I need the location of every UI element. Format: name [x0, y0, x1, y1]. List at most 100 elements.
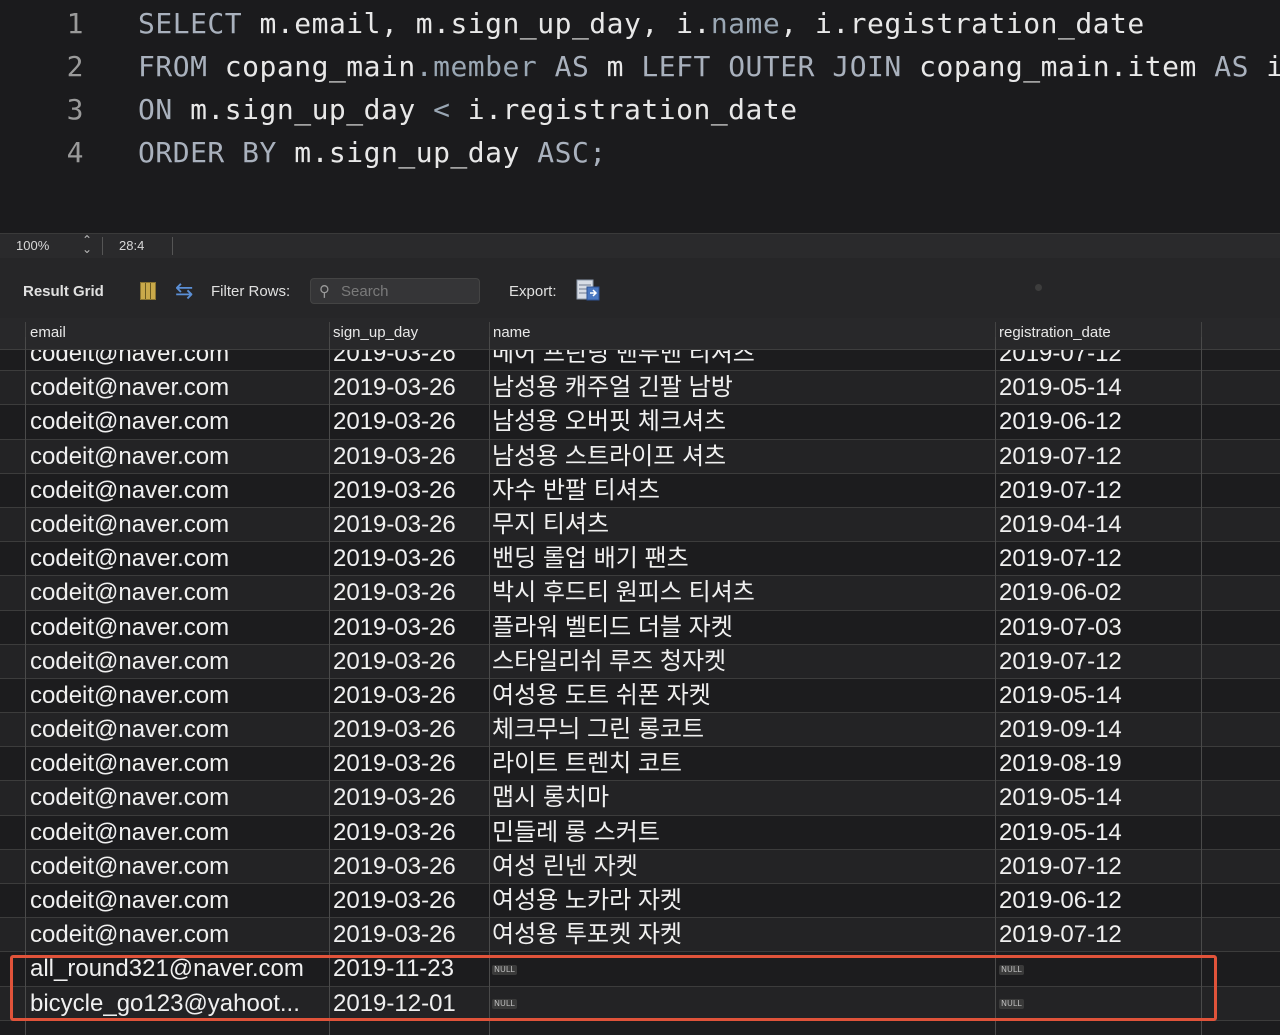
cell-sign-up-day[interactable]: 2019-03-26 — [333, 440, 488, 473]
cell-email[interactable]: codeit@naver.com — [30, 781, 326, 814]
cell-registration-date[interactable]: 2019-09-14 — [999, 713, 1199, 746]
cell-sign-up-day[interactable]: 2019-03-26 — [333, 405, 488, 438]
cell-sign-up-day[interactable]: 2019-03-26 — [333, 850, 488, 883]
cell-name[interactable]: 라이트 트렌치 코트 — [492, 747, 992, 780]
cell-registration-date[interactable]: NULL — [999, 987, 1199, 1020]
cell-email[interactable]: codeit@naver.com — [30, 850, 326, 883]
cell-email[interactable]: codeit@naver.com — [30, 542, 326, 575]
column-header-sign-up-day[interactable]: sign_up_day — [333, 324, 418, 341]
cell-registration-date[interactable]: 2019-05-14 — [999, 816, 1199, 849]
column-header-name[interactable]: name — [493, 324, 531, 341]
cell-sign-up-day[interactable]: 2019-03-26 — [333, 781, 488, 814]
cell-name[interactable]: 남성용 오버핏 체크셔츠 — [492, 405, 992, 438]
cell-sign-up-day[interactable]: 2019-03-26 — [333, 576, 488, 609]
cell-registration-date[interactable]: 2019-08-19 — [999, 747, 1199, 780]
table-row[interactable]: codeit@naver.com 2019-03-26 남성용 캐주얼 긴팔 남방 2… — [0, 371, 1280, 406]
cell-email[interactable]: codeit@naver.com — [30, 747, 326, 780]
cell-name[interactable]: NULL — [492, 987, 992, 1020]
cell-name[interactable]: 여성 린넨 자켓 — [492, 850, 992, 883]
cell-email[interactable]: codeit@naver.com — [30, 611, 326, 644]
cell-name[interactable]: 체크무늬 그린 롱코트 — [492, 713, 992, 746]
table-row[interactable]: codeit@naver.com 2019-03-26 여성용 노카라 자켓 2019… — [0, 884, 1280, 919]
table-row[interactable]: codeit@naver.com 2019-03-26 라이트 트렌치 코트 2019… — [0, 747, 1280, 782]
cell-sign-up-day[interactable]: 2019-03-26 — [333, 679, 488, 712]
sql-editor[interactable]: 1 SELECT m.email, m.sign_up_day, i.name, … — [0, 0, 1280, 233]
table-row[interactable]: codeit@naver.com 2019-03-26 스타일리쉬 루즈 청자켓 20… — [0, 644, 1280, 679]
result-grid[interactable]: codeit@naver.com 2019-03-26 메어 프린팅 맨투맨 티셔츠… — [0, 318, 1280, 1035]
cell-registration-date[interactable]: 2019-05-14 — [999, 679, 1199, 712]
cell-registration-date[interactable]: 2019-07-03 — [999, 611, 1199, 644]
cell-name[interactable]: 플라워 벨티드 더블 자켓 — [492, 611, 992, 644]
cell-name[interactable]: 스타일리쉬 루즈 청자켓 — [492, 645, 992, 678]
cell-email[interactable]: codeit@naver.com — [30, 576, 326, 609]
cell-name[interactable]: 여성용 노카라 자켓 — [492, 884, 992, 917]
cell-registration-date[interactable]: 2019-07-12 — [999, 440, 1199, 473]
zoom-level[interactable]: 100% — [16, 238, 49, 253]
cell-registration-date[interactable]: 2019-07-12 — [999, 850, 1199, 883]
cell-sign-up-day[interactable]: 2019-03-26 — [333, 542, 488, 575]
table-row[interactable]: codeit@naver.com 2019-03-26 남성용 오버핏 체크셔츠 20… — [0, 405, 1280, 440]
cell-name[interactable]: 남성용 스트라이프 셔츠 — [492, 440, 992, 473]
cell-name[interactable]: 남성용 캐주얼 긴팔 남방 — [492, 371, 992, 404]
table-row[interactable]: bicycle_go123@yahoot... 2019-12-01 NULL NUL… — [0, 986, 1280, 1021]
table-row[interactable]: codeit@naver.com 2019-03-26 여성 린넨 자켓 2019-0… — [0, 849, 1280, 884]
cell-sign-up-day[interactable]: 2019-03-26 — [333, 884, 488, 917]
cell-sign-up-day[interactable]: 2019-12-01 — [333, 987, 488, 1020]
cell-name[interactable]: 여성용 도트 쉬폰 자켓 — [492, 679, 992, 712]
cell-name[interactable]: NULL — [492, 952, 992, 985]
zoom-stepper-icon[interactable]: ⌃ ⌄ — [80, 234, 94, 255]
cell-email[interactable]: bicycle_go123@yahoot... — [30, 987, 326, 1020]
cell-sign-up-day[interactable]: 2019-03-26 — [333, 474, 488, 507]
code-text[interactable]: SELECT m.email, m.sign_up_day, i.name, i… — [138, 2, 1145, 45]
cell-name[interactable]: 여성용 투포켓 자켓 — [492, 918, 992, 951]
table-row[interactable]: codeit@naver.com 2019-03-26 자수 반팔 티셔츠 2019-… — [0, 474, 1280, 508]
cell-registration-date[interactable]: 2019-07-12 — [999, 542, 1199, 575]
cell-email[interactable]: codeit@naver.com — [30, 918, 326, 951]
cell-name[interactable]: 민들레 롱 스커트 — [492, 816, 992, 849]
cell-registration-date[interactable]: 2019-06-12 — [999, 884, 1199, 917]
filter-search-box[interactable]: ⚲ — [310, 278, 480, 304]
cell-name[interactable]: 자수 반팔 티셔츠 — [492, 474, 992, 507]
cell-registration-date[interactable]: NULL — [999, 952, 1199, 985]
cell-registration-date[interactable]: 2019-06-12 — [999, 405, 1199, 438]
cell-sign-up-day[interactable]: 2019-03-26 — [333, 713, 488, 746]
cell-sign-up-day[interactable]: 2019-03-26 — [333, 747, 488, 780]
cell-sign-up-day[interactable]: 2019-11-23 — [333, 952, 488, 985]
cell-sign-up-day[interactable]: 2019-03-26 — [333, 816, 488, 849]
cell-name[interactable]: 맵시 롱치마 — [492, 781, 992, 814]
splitter-handle[interactable] — [1035, 284, 1042, 291]
cell-registration-date[interactable]: 2019-06-02 — [999, 576, 1199, 609]
code-text[interactable]: FROM copang_main.member AS m LEFT OUTER … — [138, 45, 1280, 88]
table-row[interactable]: codeit@naver.com 2019-03-26 무지 티셔츠 2019-04-… — [0, 507, 1280, 543]
cell-email[interactable]: codeit@naver.com — [30, 713, 326, 746]
cell-registration-date[interactable]: 2019-07-12 — [999, 918, 1199, 951]
refresh-icon[interactable]: ⇆ — [175, 278, 193, 304]
cell-email[interactable]: codeit@naver.com — [30, 405, 326, 438]
cell-sign-up-day[interactable]: 2019-03-26 — [333, 611, 488, 644]
export-icon[interactable] — [576, 278, 600, 302]
cell-name[interactable]: 무지 티셔츠 — [492, 508, 992, 541]
cell-email[interactable]: codeit@naver.com — [30, 816, 326, 849]
table-row[interactable]: codeit@naver.com 2019-03-26 맵시 롱치마 2019-05-… — [0, 781, 1280, 816]
table-row[interactable]: codeit@naver.com 2019-03-26 체크무늬 그린 롱코트 201… — [0, 713, 1280, 748]
cell-registration-date[interactable]: 2019-07-12 — [999, 645, 1199, 678]
cell-registration-date[interactable]: 2019-05-14 — [999, 781, 1199, 814]
cell-email[interactable]: codeit@naver.com — [30, 474, 326, 507]
cell-name[interactable]: 밴딩 롤업 배기 팬츠 — [492, 542, 992, 575]
table-row[interactable]: codeit@naver.com 2019-03-26 민들레 롱 스커트 2019-… — [0, 816, 1280, 850]
cell-registration-date[interactable]: 2019-07-12 — [999, 474, 1199, 507]
cell-sign-up-day[interactable]: 2019-03-26 — [333, 918, 488, 951]
cell-email[interactable]: codeit@naver.com — [30, 645, 326, 678]
cell-email[interactable]: codeit@naver.com — [30, 440, 326, 473]
cell-sign-up-day[interactable]: 2019-03-26 — [333, 645, 488, 678]
cell-registration-date[interactable]: 2019-05-14 — [999, 371, 1199, 404]
table-row[interactable]: codeit@naver.com 2019-03-26 밴딩 롤업 배기 팬츠 201… — [0, 542, 1280, 577]
cell-email[interactable]: codeit@naver.com — [30, 884, 326, 917]
cell-sign-up-day[interactable]: 2019-03-26 — [333, 508, 488, 541]
table-row[interactable]: codeit@naver.com 2019-03-26 여성용 투포켓 자켓 2019… — [0, 918, 1280, 953]
cell-email[interactable]: codeit@naver.com — [30, 371, 326, 404]
code-text[interactable]: ORDER BY m.sign_up_day ASC; — [138, 131, 607, 174]
cell-registration-date[interactable]: 2019-04-14 — [999, 508, 1199, 541]
cell-sign-up-day[interactable]: 2019-03-26 — [333, 371, 488, 404]
table-row[interactable]: codeit@naver.com 2019-03-26 여성용 도트 쉬폰 자켓 20… — [0, 679, 1280, 714]
